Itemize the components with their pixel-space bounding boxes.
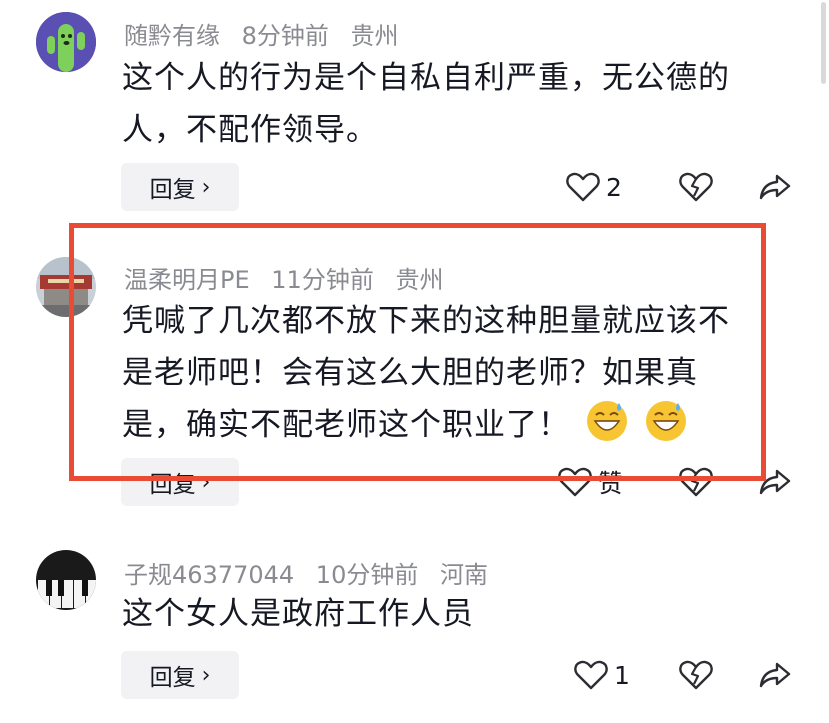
comment-location: 河南 — [439, 561, 488, 589]
comment-meta: 随黔有缘 8分钟前 贵州 — [124, 16, 413, 51]
reply-label: 回复 — [149, 177, 196, 203]
username[interactable]: 随黔有缘 — [124, 22, 220, 50]
scrollbar[interactable] — [821, 2, 826, 84]
broken-heart-icon — [679, 660, 713, 690]
like-button[interactable]: 赞 — [558, 458, 623, 506]
grinning-sweat-emoji-icon — [586, 401, 627, 441]
like-button[interactable]: 1 — [574, 651, 630, 699]
username[interactable]: 子规46377044 — [124, 561, 294, 589]
share-icon — [759, 174, 791, 200]
reply-label: 回复 — [149, 665, 196, 691]
comment-time: 11分钟前 — [271, 266, 374, 294]
avatar[interactable] — [36, 550, 96, 610]
share-button[interactable] — [759, 163, 791, 211]
dislike-button[interactable] — [679, 651, 713, 699]
piano-avatar-icon — [36, 550, 96, 610]
comment-line: 这个女人是政府工作人员 — [122, 596, 474, 632]
reply-label: 回复 — [149, 472, 196, 498]
avatar[interactable] — [36, 12, 96, 72]
comment-meta: 温柔明月PE 11分钟前 贵州 — [124, 260, 457, 295]
comment-time: 10分钟前 — [315, 561, 419, 589]
comment-time: 8分钟前 — [241, 22, 329, 50]
grinning-sweat-emoji-icon — [645, 401, 686, 441]
reply-button[interactable]: 回复 › — [121, 458, 239, 506]
like-button[interactable]: 2 — [566, 163, 622, 211]
reply-button[interactable]: 回复 › — [121, 651, 239, 699]
comment-text: 这个女人是政府工作人员 — [122, 588, 474, 640]
comment-item: 子规46377044 10分钟前 河南 这个女人是政府工作人员 回复 › 1 — [0, 520, 829, 723]
comment-meta: 子规46377044 10分钟前 河南 — [124, 555, 502, 590]
comment-actions: 2 — [566, 163, 806, 211]
comment-line: 是老师吧！会有这么大胆的老师？如果真 — [122, 355, 698, 391]
comment-actions: 赞 — [558, 458, 806, 506]
avatar[interactable] — [36, 257, 96, 317]
cactus-avatar-icon — [36, 12, 96, 72]
comment-actions: 1 — [574, 651, 806, 699]
reply-button[interactable]: 回复 › — [121, 163, 239, 211]
dislike-button[interactable] — [679, 458, 713, 506]
comment-line: 是，确实不配老师这个职业了！ — [122, 407, 570, 443]
heart-icon — [574, 660, 608, 690]
comment-line: 凭喊了几次都不放下来的这种胆量就应该不 — [122, 303, 730, 339]
broken-heart-icon — [679, 467, 713, 497]
comment-line: 这个人的行为是个自私自利严重，无公德的 — [122, 60, 730, 96]
chevron-right-icon: › — [201, 469, 211, 495]
comment-item: 随黔有缘 8分钟前 贵州 这个人的行为是个自私自利严重，无公德的 人，不配作领导… — [0, 0, 829, 215]
share-button[interactable] — [759, 651, 791, 699]
share-icon — [759, 662, 791, 688]
username[interactable]: 温柔明月PE — [124, 266, 250, 294]
comment-line-with-emoji: 是，确实不配老师这个职业了！ — [122, 399, 730, 451]
heart-icon — [566, 172, 600, 202]
dislike-button[interactable] — [679, 163, 713, 211]
chevron-right-icon: › — [201, 662, 211, 688]
broken-heart-icon — [679, 172, 713, 202]
comment-text: 凭喊了几次都不放下来的这种胆量就应该不 是老师吧！会有这么大胆的老师？如果真 是… — [122, 295, 730, 451]
comment-location: 贵州 — [350, 22, 399, 50]
comment-line: 人，不配作领导。 — [122, 112, 378, 148]
comment-location: 贵州 — [395, 266, 444, 294]
like-count: 1 — [614, 660, 630, 690]
comment-text: 这个人的行为是个自私自利严重，无公德的 人，不配作领导。 — [122, 52, 730, 156]
heart-icon — [558, 467, 592, 497]
like-count: 2 — [606, 172, 622, 202]
chevron-right-icon: › — [201, 174, 211, 200]
share-icon — [759, 469, 791, 495]
like-label: 赞 — [598, 469, 624, 498]
photo-avatar-icon — [36, 257, 96, 317]
share-button[interactable] — [759, 458, 791, 506]
comment-item: 温柔明月PE 11分钟前 贵州 凭喊了几次都不放下来的这种胆量就应该不 是老师吧… — [0, 215, 829, 520]
